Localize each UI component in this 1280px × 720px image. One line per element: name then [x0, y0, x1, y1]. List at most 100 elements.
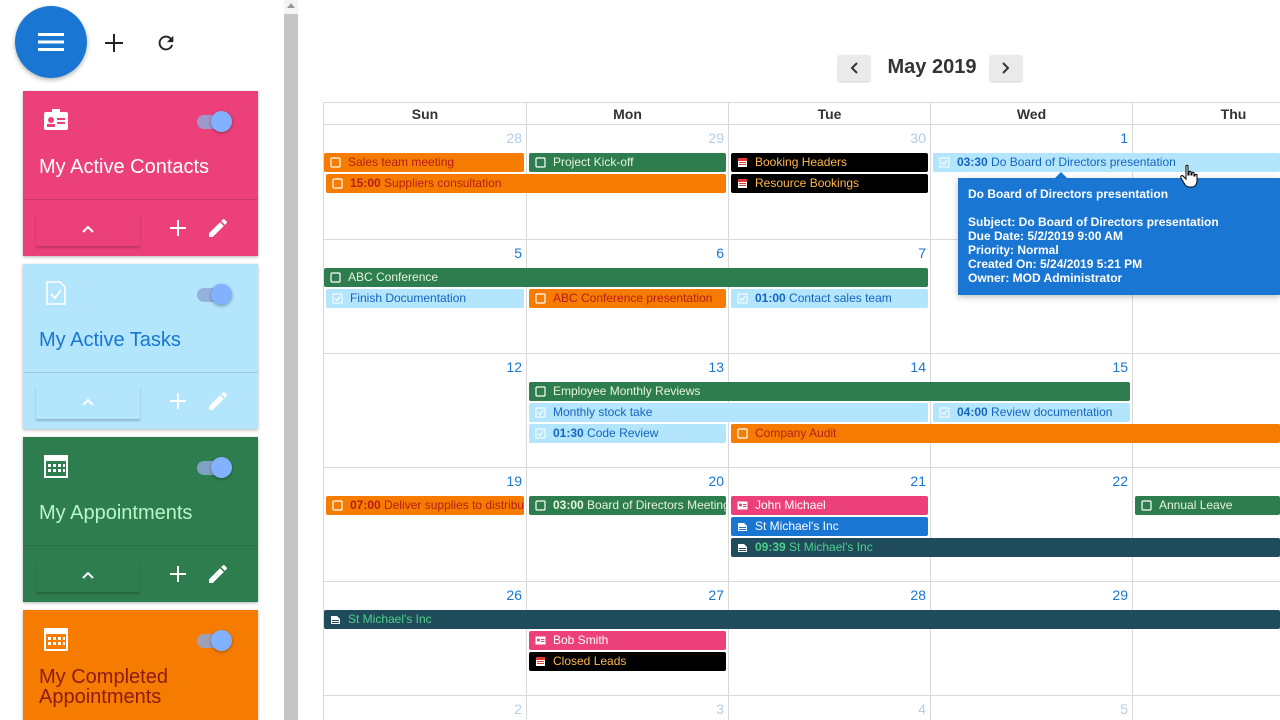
day-cell[interactable]: 2: [324, 696, 527, 720]
menu-button[interactable]: [15, 6, 87, 78]
day-number[interactable]: 27: [708, 587, 724, 603]
card-appointments: My Appointments: [23, 437, 258, 602]
day-number[interactable]: 30: [910, 130, 926, 146]
event-label: St Michael's Inc: [789, 540, 873, 554]
day-cell[interactable]: 20: [527, 468, 729, 582]
tooltip-line: Due Date: 5/2/2019 9:00 AM: [968, 229, 1123, 243]
refresh-button[interactable]: [150, 27, 182, 59]
calendar-event[interactable]: 07:00 Deliver supplies to distributor: [326, 496, 524, 515]
weekday-header: Sun: [324, 103, 527, 125]
day-cell[interactable]: 19: [324, 468, 527, 582]
day-number[interactable]: 21: [910, 473, 926, 489]
scroll-up-arrow[interactable]: [287, 3, 295, 8]
day-number[interactable]: 15: [1112, 359, 1128, 375]
day-number[interactable]: 20: [708, 473, 724, 489]
card-title-line2: Appointments: [39, 686, 162, 708]
day-number[interactable]: 22: [1112, 473, 1128, 489]
calendar-event[interactable]: Company Audit: [731, 424, 1280, 443]
plus-icon: [105, 34, 123, 52]
day-cell[interactable]: 28: [729, 582, 931, 696]
event-label: St Michael's Inc: [755, 519, 839, 533]
calendar-event[interactable]: Monthly stock take: [529, 403, 928, 422]
day-number[interactable]: 19: [506, 473, 522, 489]
prev-month-button[interactable]: [838, 55, 870, 81]
collapse-button[interactable]: [36, 385, 140, 419]
calendar-event[interactable]: Finish Documentation: [326, 289, 524, 308]
day-cell[interactable]: 12: [324, 354, 527, 468]
day-cell[interactable]: [1133, 354, 1280, 468]
calendar-event[interactable]: 03:30 Do Board of Directors presentation: [933, 153, 1280, 172]
card-title: My Active Contacts: [39, 156, 210, 178]
scrollbar-thumb[interactable]: [284, 14, 298, 720]
day-cell[interactable]: 26: [324, 582, 527, 696]
app-root: My Active Contacts My Active Tasks My Ap…: [0, 0, 1280, 720]
day-number[interactable]: 28: [910, 587, 926, 603]
calendar-event[interactable]: Sales team meeting: [324, 153, 524, 172]
event-label: Booking Headers: [755, 155, 848, 169]
calendar-event[interactable]: 03:00 Board of Directors Meeting: [529, 496, 726, 515]
day-number[interactable]: 28: [506, 130, 522, 146]
day-number[interactable]: 7: [918, 245, 926, 261]
day-number[interactable]: 6: [716, 245, 724, 261]
day-number[interactable]: 29: [1112, 587, 1128, 603]
add-icon[interactable]: [166, 216, 190, 240]
day-number[interactable]: 12: [506, 359, 522, 375]
day-cell[interactable]: [1133, 582, 1280, 696]
edit-icon[interactable]: [206, 389, 230, 413]
day-number[interactable]: 5: [514, 245, 522, 261]
toggle-knob: [211, 111, 232, 132]
edit-icon[interactable]: [206, 216, 230, 240]
next-month-button[interactable]: [990, 55, 1022, 81]
calendar-event[interactable]: Annual Leave: [1135, 496, 1280, 515]
card-toggle[interactable]: [197, 456, 235, 478]
calendar-event[interactable]: St Michael's Inc: [324, 610, 1280, 629]
calendar-event[interactable]: 01:00 Contact sales team: [731, 289, 928, 308]
calendar-event[interactable]: Employee Monthly Reviews: [529, 382, 1130, 401]
calendar-event[interactable]: John Michael: [731, 496, 928, 515]
calendar-event[interactable]: ABC Conference presentation: [529, 289, 726, 308]
card-toggle[interactable]: [197, 283, 235, 305]
day-cell[interactable]: 3: [527, 696, 729, 720]
add-icon[interactable]: [166, 389, 190, 413]
collapse-button[interactable]: [36, 558, 140, 592]
card-toggle[interactable]: [197, 110, 235, 132]
card-toggle[interactable]: [197, 629, 235, 651]
calendar-event[interactable]: 01:30 Code Review: [529, 424, 726, 443]
day-number[interactable]: 26: [506, 587, 522, 603]
day-number[interactable]: 2: [514, 701, 522, 717]
event-label: Annual Leave: [1159, 498, 1233, 512]
day-number[interactable]: 14: [910, 359, 926, 375]
calendar-event[interactable]: 15:00 Suppliers consultation: [326, 174, 726, 193]
day-cell[interactable]: 22: [931, 468, 1133, 582]
calendar-icon: [738, 179, 747, 188]
account-icon: [738, 523, 747, 531]
day-cell[interactable]: [1133, 696, 1280, 720]
day-cell[interactable]: 5: [931, 696, 1133, 720]
day-number[interactable]: 1: [1120, 130, 1128, 146]
day-number[interactable]: 4: [918, 701, 926, 717]
collapse-button[interactable]: [36, 212, 140, 246]
day-number[interactable]: 13: [708, 359, 724, 375]
day-number[interactable]: 3: [716, 701, 724, 717]
calendar-event[interactable]: Resource Bookings: [731, 174, 928, 193]
calendar-event[interactable]: 09:39 St Michael's Inc: [731, 538, 1280, 557]
add-button[interactable]: [98, 27, 130, 59]
calendar-event[interactable]: Closed Leads: [529, 652, 726, 671]
day-number[interactable]: 29: [708, 130, 724, 146]
appointment-icon: [332, 500, 343, 511]
sidebar-scrollbar[interactable]: [284, 0, 298, 720]
edit-icon[interactable]: [206, 562, 230, 586]
calendar-event[interactable]: Bob Smith: [529, 631, 726, 650]
calendar-event[interactable]: Project Kick-off: [529, 153, 726, 172]
calendar-event[interactable]: 04:00 Review documentation: [933, 403, 1130, 422]
appointment-icon: [330, 272, 341, 283]
day-cell[interactable]: [1133, 468, 1280, 582]
calendar-event[interactable]: St Michael's Inc: [731, 517, 928, 536]
day-cell[interactable]: 4: [729, 696, 931, 720]
calendar-event[interactable]: ABC Conference: [324, 268, 928, 287]
event-time: 07:00: [350, 498, 381, 512]
add-icon[interactable]: [166, 562, 190, 586]
calendar-event[interactable]: Booking Headers: [731, 153, 928, 172]
day-number[interactable]: 5: [1120, 701, 1128, 717]
day-cell[interactable]: 29: [931, 582, 1133, 696]
